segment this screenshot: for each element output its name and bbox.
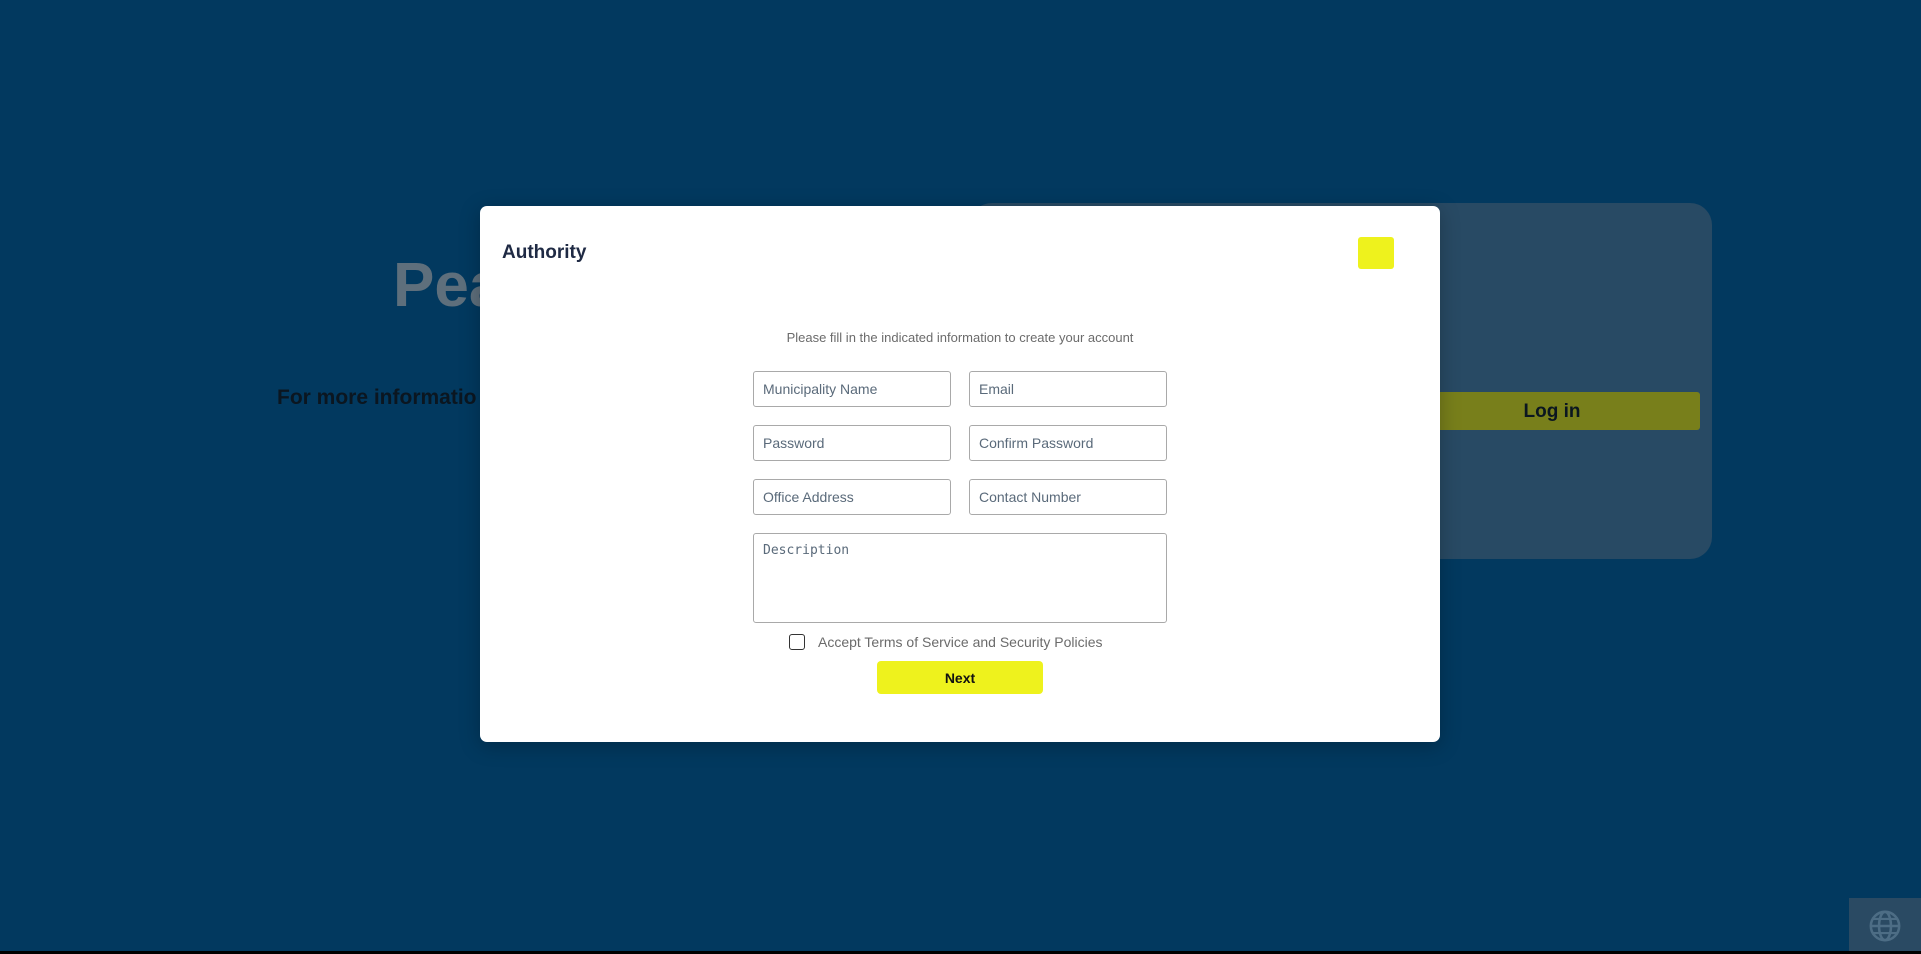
municipality-name-input[interactable] [753, 371, 951, 407]
confirm-password-input[interactable] [969, 425, 1167, 461]
close-button[interactable] [1358, 237, 1394, 269]
next-button[interactable]: Next [877, 661, 1043, 694]
password-input[interactable] [753, 425, 951, 461]
modal-title: Authority [502, 242, 587, 263]
description-textarea[interactable] [753, 533, 1167, 623]
modal-subtitle: Please fill in the indicated information… [786, 330, 1134, 345]
terms-label: Accept Terms of Service and Security Pol… [818, 634, 1103, 650]
contact-number-input[interactable] [969, 479, 1167, 515]
office-address-input[interactable] [753, 479, 951, 515]
terms-row: Accept Terms of Service and Security Pol… [789, 633, 1103, 651]
email-input[interactable] [969, 371, 1167, 407]
authority-signup-modal: Authority Please fill in the indicated i… [480, 206, 1440, 742]
terms-checkbox[interactable] [789, 634, 805, 650]
